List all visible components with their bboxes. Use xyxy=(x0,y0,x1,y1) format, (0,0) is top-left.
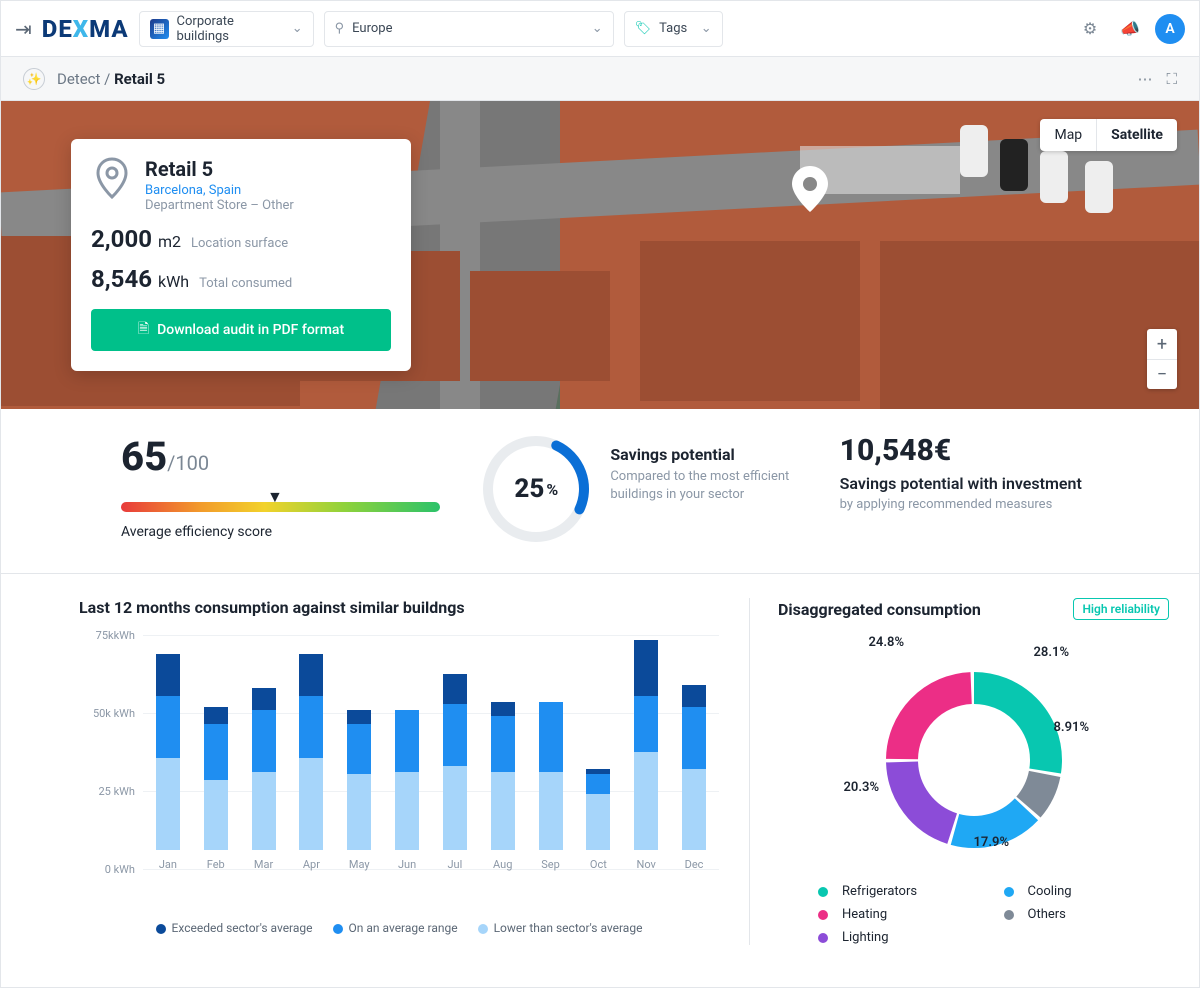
donut-chart: 28.1%8.91%17.9%20.3%24.8% xyxy=(864,650,1084,870)
menu-toggle-icon[interactable]: ⇥ xyxy=(15,17,32,41)
pie-chart-legend: Refrigerators Cooling Heating Others Lig… xyxy=(818,884,1169,945)
map-view-toggle: Map Satellite xyxy=(1040,119,1177,151)
surface-label: Location surface xyxy=(191,236,288,251)
location-info-card: Retail 5 Barcelona, Spain Department Sto… xyxy=(71,139,411,371)
surface-unit: m2 xyxy=(158,232,181,251)
legend-heating: Heating xyxy=(818,907,984,922)
bar-chart-card: Last 12 months consumption against simil… xyxy=(79,598,719,945)
bar-chart-title: Last 12 months consumption against simil… xyxy=(79,598,719,617)
breadcrumb-bar: ✨ Detect / Retail 5 ⋯ ⛶ xyxy=(1,57,1199,101)
kpi-row: 65/100 ▼ Average efficiency score 25% Sa… xyxy=(1,409,1199,574)
region-selector[interactable]: ⚲ Europe ⌄ xyxy=(324,11,614,47)
download-audit-button[interactable]: 🗎 Download audit in PDF format xyxy=(91,309,391,351)
legend-low: Lower than sector's average xyxy=(478,921,643,935)
score-label: Average efficiency score xyxy=(121,524,440,540)
legend-high: Exceeded sector's average xyxy=(156,921,313,935)
file-icon: 🗎 xyxy=(138,318,149,342)
consumed-unit: kWh xyxy=(158,272,189,291)
legend-lighting: Lighting xyxy=(818,930,984,945)
building-selector[interactable]: ▦ Corporate buildings ⌄ xyxy=(139,11,314,47)
score-value: 65 xyxy=(121,433,167,480)
kpi-savings-potential: 25% Savings potential Compared to the mo… xyxy=(480,433,799,545)
user-avatar[interactable]: A xyxy=(1155,14,1185,44)
breadcrumb-section[interactable]: Detect / xyxy=(57,70,114,88)
brand-logo: DEXMA xyxy=(42,15,129,43)
more-icon[interactable]: ⋯ xyxy=(1137,70,1152,88)
bar-chart-legend: Exceeded sector's average On an average … xyxy=(79,921,719,935)
pie-chart-title: Disaggregated consumption xyxy=(778,600,981,619)
savings-title: Savings potential xyxy=(610,445,799,464)
topbar: ⇥ DEXMA ▦ Corporate buildings ⌄ ⚲ Europe… xyxy=(1,1,1199,57)
score-pointer-icon: ▼ xyxy=(267,487,283,507)
savings-pct-value: 25 xyxy=(514,474,544,504)
legend-refrigerators: Refrigerators xyxy=(818,884,984,899)
region-selector-label: Europe xyxy=(352,21,392,36)
building-thumb-icon: ▦ xyxy=(150,19,169,39)
download-audit-label: Download audit in PDF format xyxy=(157,322,344,338)
location-category: Department Store – Other xyxy=(145,198,294,213)
map-view-map[interactable]: Map xyxy=(1040,119,1096,151)
legend-cooling: Cooling xyxy=(1004,884,1170,899)
consumed-value: 8,546 xyxy=(91,265,152,293)
zoom-in-button[interactable]: + xyxy=(1147,329,1177,359)
legend-others: Others xyxy=(1004,907,1170,922)
investment-title: Savings potential with investment xyxy=(840,474,1159,493)
pin-icon xyxy=(91,157,133,199)
savings-ring: 25% xyxy=(480,433,592,545)
reliability-badge: High reliability xyxy=(1073,598,1169,620)
hero-map[interactable]: Map Satellite + − Retail 5 Barcelona, Sp… xyxy=(1,101,1199,409)
detect-icon: ✨ xyxy=(23,68,45,90)
location-city[interactable]: Barcelona, Spain xyxy=(145,183,294,198)
map-zoom-controls: + − xyxy=(1147,329,1177,389)
chevron-down-icon: ⌄ xyxy=(292,21,303,36)
score-denominator: /100 xyxy=(167,451,209,475)
consumed-label: Total consumed xyxy=(199,276,292,291)
savings-sub: Compared to the most efficient buildings… xyxy=(610,468,799,504)
building-selector-label: Corporate buildings xyxy=(177,14,284,44)
breadcrumb-page: Retail 5 xyxy=(114,70,165,88)
tags-selector[interactable]: 🏷 Tags ⌄ xyxy=(624,11,723,47)
kpi-efficiency-score: 65/100 ▼ Average efficiency score xyxy=(121,433,440,545)
savings-pct-unit: % xyxy=(546,480,558,499)
announcements-icon[interactable]: 📣 xyxy=(1115,14,1145,44)
investment-value: 10,548€ xyxy=(840,433,1159,468)
map-view-satellite[interactable]: Satellite xyxy=(1096,119,1177,151)
fullscreen-icon[interactable]: ⛶ xyxy=(1166,70,1177,88)
chevron-down-icon: ⌄ xyxy=(695,21,711,36)
bar-chart: 0 kWh25 kWh50k kWh75kkWhJanFebMarAprMayJ… xyxy=(143,635,719,895)
zoom-out-button[interactable]: − xyxy=(1147,359,1177,389)
tag-icon: 🏷 xyxy=(635,21,652,36)
chevron-down-icon: ⌄ xyxy=(400,21,602,36)
tags-selector-label: Tags xyxy=(659,21,687,36)
charts-row: Last 12 months consumption against simil… xyxy=(1,574,1199,975)
location-title: Retail 5 xyxy=(145,157,294,181)
legend-mid: On an average range xyxy=(333,921,458,935)
pie-chart-card: Disaggregated consumption High reliabili… xyxy=(749,598,1169,945)
settings-icon[interactable]: ⚙ xyxy=(1075,14,1105,44)
sliders-icon: ⚲ xyxy=(335,21,345,36)
investment-sub: by applying recommended measures xyxy=(840,497,1159,512)
kpi-investment-savings: 10,548€ Savings potential with investmen… xyxy=(840,433,1159,545)
surface-value: 2,000 xyxy=(91,225,152,253)
